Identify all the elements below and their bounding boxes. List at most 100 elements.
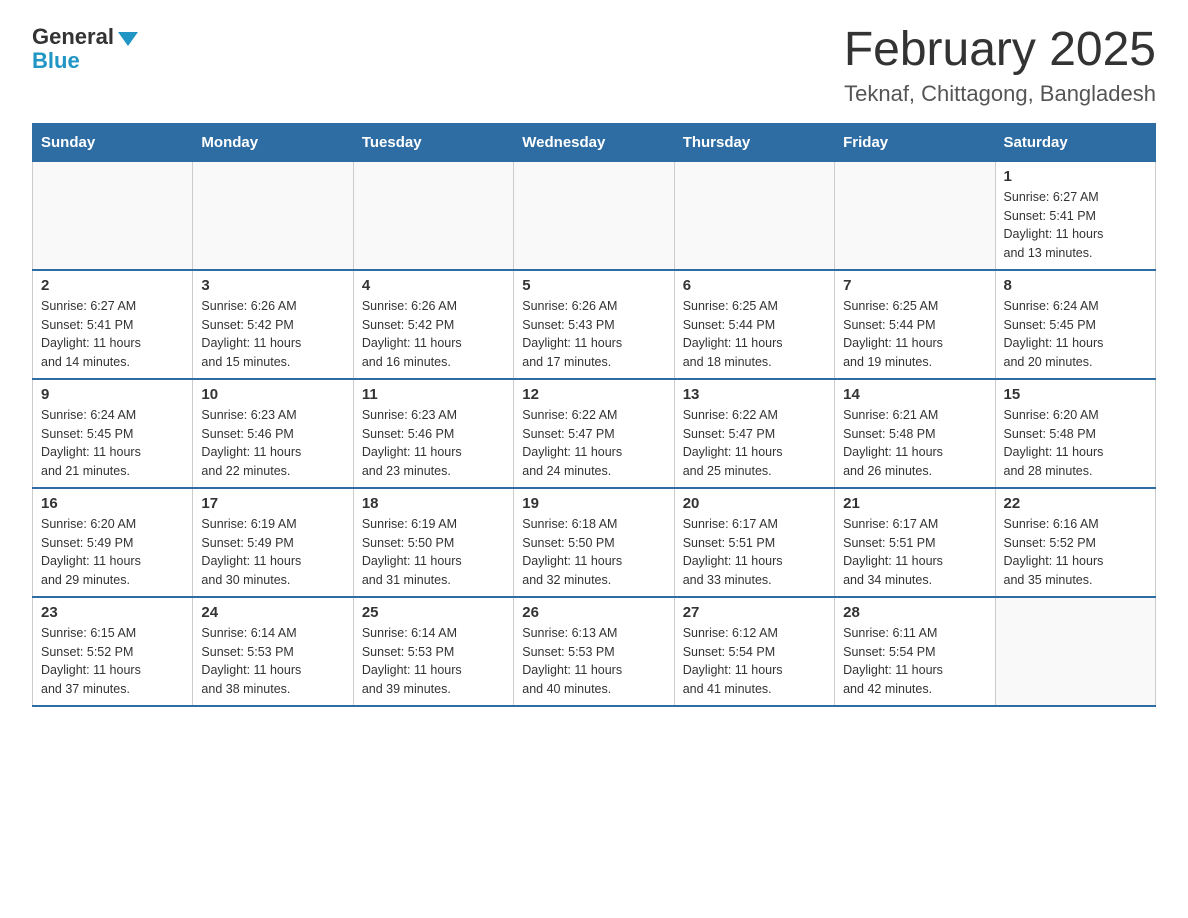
day-number: 16: [41, 495, 184, 512]
day-info: Sunrise: 6:26 AM Sunset: 5:42 PM Dayligh…: [201, 297, 344, 372]
calendar-cell: 19 Sunrise: 6:18 AM Sunset: 5:50 PM Dayli…: [514, 488, 674, 597]
weekday-header-thursday: Thursday: [674, 123, 834, 161]
calendar-cell: 25 Sunrise: 6:14 AM Sunset: 5:53 PM Dayli…: [353, 597, 513, 706]
week-row-5: 23 Sunrise: 6:15 AM Sunset: 5:52 PM Dayli…: [33, 597, 1156, 706]
day-number: 11: [362, 386, 505, 403]
calendar-cell: [33, 161, 193, 270]
week-row-4: 16 Sunrise: 6:20 AM Sunset: 5:49 PM Dayli…: [33, 488, 1156, 597]
calendar-cell: 18 Sunrise: 6:19 AM Sunset: 5:50 PM Dayli…: [353, 488, 513, 597]
day-number: 27: [683, 604, 826, 621]
calendar-cell: 6 Sunrise: 6:25 AM Sunset: 5:44 PM Daylig…: [674, 270, 834, 379]
calendar-cell: 16 Sunrise: 6:20 AM Sunset: 5:49 PM Dayli…: [33, 488, 193, 597]
weekday-header-row: SundayMondayTuesdayWednesdayThursdayFrid…: [33, 123, 1156, 161]
weekday-header-saturday: Saturday: [995, 123, 1155, 161]
location-title: Teknaf, Chittagong, Bangladesh: [844, 81, 1156, 107]
day-info: Sunrise: 6:22 AM Sunset: 5:47 PM Dayligh…: [522, 406, 665, 481]
day-info: Sunrise: 6:20 AM Sunset: 5:48 PM Dayligh…: [1004, 406, 1147, 481]
day-info: Sunrise: 6:11 AM Sunset: 5:54 PM Dayligh…: [843, 624, 986, 699]
weekday-header-monday: Monday: [193, 123, 353, 161]
day-number: 25: [362, 604, 505, 621]
day-number: 18: [362, 495, 505, 512]
weekday-header-tuesday: Tuesday: [353, 123, 513, 161]
page-header: General Blue February 2025 Teknaf, Chitt…: [32, 24, 1156, 107]
day-number: 2: [41, 277, 184, 294]
day-info: Sunrise: 6:23 AM Sunset: 5:46 PM Dayligh…: [201, 406, 344, 481]
title-section: February 2025 Teknaf, Chittagong, Bangla…: [844, 24, 1156, 107]
calendar-cell: 21Sunrise: 6:17 AM Sunset: 5:51 PM Dayli…: [835, 488, 995, 597]
day-number: 26: [522, 604, 665, 621]
day-info: Sunrise: 6:17 AM Sunset: 5:51 PM Dayligh…: [683, 515, 826, 590]
day-number: 19: [522, 495, 665, 512]
weekday-header-friday: Friday: [835, 123, 995, 161]
week-row-2: 2 Sunrise: 6:27 AM Sunset: 5:41 PM Daylig…: [33, 270, 1156, 379]
calendar-cell: 15 Sunrise: 6:20 AM Sunset: 5:48 PM Dayli…: [995, 379, 1155, 488]
day-number: 28: [843, 604, 986, 621]
calendar-cell: [193, 161, 353, 270]
day-info: Sunrise: 6:14 AM Sunset: 5:53 PM Dayligh…: [201, 624, 344, 699]
weekday-header-wednesday: Wednesday: [514, 123, 674, 161]
calendar-cell: 28 Sunrise: 6:11 AM Sunset: 5:54 PM Dayli…: [835, 597, 995, 706]
calendar-cell: [835, 161, 995, 270]
day-info: Sunrise: 6:12 AM Sunset: 5:54 PM Dayligh…: [683, 624, 826, 699]
day-number: 9: [41, 386, 184, 403]
calendar-cell: [995, 597, 1155, 706]
day-number: 22: [1004, 495, 1147, 512]
day-info: Sunrise: 6:24 AM Sunset: 5:45 PM Dayligh…: [1004, 297, 1147, 372]
day-number: 7: [843, 277, 986, 294]
logo-blue-text: Blue: [32, 48, 80, 74]
day-number: 20: [683, 495, 826, 512]
day-info: Sunrise: 6:20 AM Sunset: 5:49 PM Dayligh…: [41, 515, 184, 590]
logo-arrow-icon: [118, 32, 138, 46]
day-info: Sunrise: 6:27 AM Sunset: 5:41 PM Dayligh…: [41, 297, 184, 372]
day-number: 13: [683, 386, 826, 403]
day-number: 12: [522, 386, 665, 403]
calendar-cell: 8 Sunrise: 6:24 AM Sunset: 5:45 PM Daylig…: [995, 270, 1155, 379]
calendar-cell: [514, 161, 674, 270]
day-number: 24: [201, 604, 344, 621]
week-row-3: 9 Sunrise: 6:24 AM Sunset: 5:45 PM Daylig…: [33, 379, 1156, 488]
day-info: Sunrise: 6:15 AM Sunset: 5:52 PM Dayligh…: [41, 624, 184, 699]
day-info: Sunrise: 6:18 AM Sunset: 5:50 PM Dayligh…: [522, 515, 665, 590]
calendar-cell: 26 Sunrise: 6:13 AM Sunset: 5:53 PM Dayli…: [514, 597, 674, 706]
day-number: 1: [1004, 168, 1147, 185]
day-info: Sunrise: 6:19 AM Sunset: 5:50 PM Dayligh…: [362, 515, 505, 590]
calendar-cell: 4 Sunrise: 6:26 AM Sunset: 5:42 PM Daylig…: [353, 270, 513, 379]
day-info: Sunrise: 6:14 AM Sunset: 5:53 PM Dayligh…: [362, 624, 505, 699]
day-info: Sunrise: 6:24 AM Sunset: 5:45 PM Dayligh…: [41, 406, 184, 481]
calendar-cell: 13 Sunrise: 6:22 AM Sunset: 5:47 PM Dayli…: [674, 379, 834, 488]
day-info: Sunrise: 6:16 AM Sunset: 5:52 PM Dayligh…: [1004, 515, 1147, 590]
logo-general-text: General: [32, 24, 114, 50]
calendar-cell: 12 Sunrise: 6:22 AM Sunset: 5:47 PM Dayli…: [514, 379, 674, 488]
day-number: 17: [201, 495, 344, 512]
day-info: Sunrise: 6:25 AM Sunset: 5:44 PM Dayligh…: [683, 297, 826, 372]
day-info: Sunrise: 6:21 AM Sunset: 5:48 PM Dayligh…: [843, 406, 986, 481]
day-number: 23: [41, 604, 184, 621]
day-number: 3: [201, 277, 344, 294]
day-number: 8: [1004, 277, 1147, 294]
day-info: Sunrise: 6:22 AM Sunset: 5:47 PM Dayligh…: [683, 406, 826, 481]
day-number: 4: [362, 277, 505, 294]
calendar-table: SundayMondayTuesdayWednesdayThursdayFrid…: [32, 123, 1156, 707]
day-number: 10: [201, 386, 344, 403]
day-number: 14: [843, 386, 986, 403]
day-info: Sunrise: 6:26 AM Sunset: 5:42 PM Dayligh…: [362, 297, 505, 372]
calendar-cell: 11Sunrise: 6:23 AM Sunset: 5:46 PM Dayli…: [353, 379, 513, 488]
day-info: Sunrise: 6:17 AM Sunset: 5:51 PM Dayligh…: [843, 515, 986, 590]
week-row-1: 1 Sunrise: 6:27 AM Sunset: 5:41 PM Daylig…: [33, 161, 1156, 270]
calendar-cell: [674, 161, 834, 270]
day-info: Sunrise: 6:25 AM Sunset: 5:44 PM Dayligh…: [843, 297, 986, 372]
day-info: Sunrise: 6:27 AM Sunset: 5:41 PM Dayligh…: [1004, 188, 1147, 263]
calendar-cell: 20 Sunrise: 6:17 AM Sunset: 5:51 PM Dayli…: [674, 488, 834, 597]
calendar-cell: 17 Sunrise: 6:19 AM Sunset: 5:49 PM Dayli…: [193, 488, 353, 597]
calendar-cell: 1 Sunrise: 6:27 AM Sunset: 5:41 PM Daylig…: [995, 161, 1155, 270]
weekday-header-sunday: Sunday: [33, 123, 193, 161]
calendar-cell: 14 Sunrise: 6:21 AM Sunset: 5:48 PM Dayli…: [835, 379, 995, 488]
calendar-cell: 27 Sunrise: 6:12 AM Sunset: 5:54 PM Dayli…: [674, 597, 834, 706]
day-number: 6: [683, 277, 826, 294]
day-info: Sunrise: 6:19 AM Sunset: 5:49 PM Dayligh…: [201, 515, 344, 590]
calendar-cell: 5Sunrise: 6:26 AM Sunset: 5:43 PM Daylig…: [514, 270, 674, 379]
day-info: Sunrise: 6:13 AM Sunset: 5:53 PM Dayligh…: [522, 624, 665, 699]
calendar-cell: 7 Sunrise: 6:25 AM Sunset: 5:44 PM Daylig…: [835, 270, 995, 379]
calendar-cell: 23 Sunrise: 6:15 AM Sunset: 5:52 PM Dayli…: [33, 597, 193, 706]
day-number: 15: [1004, 386, 1147, 403]
